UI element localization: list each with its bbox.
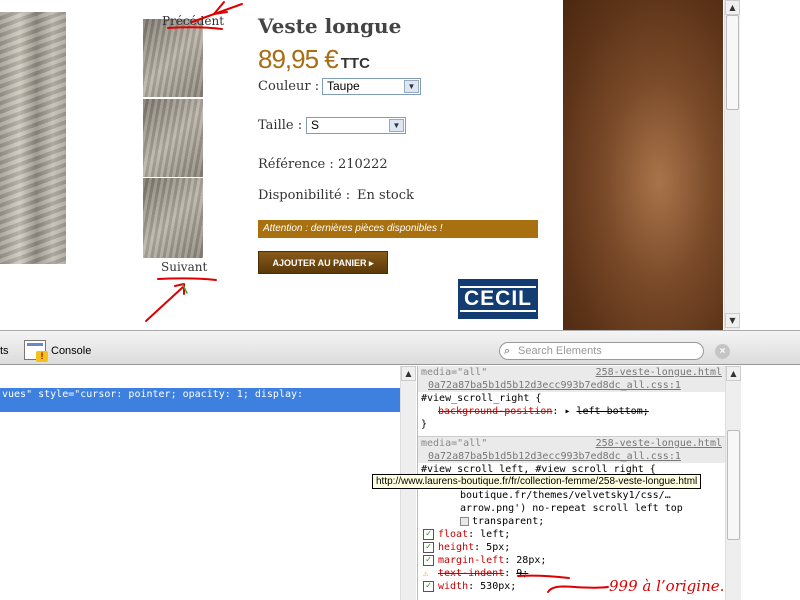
property-value: 530px; — [480, 581, 517, 592]
scroll-down-icon[interactable]: ▼ — [725, 313, 740, 328]
product-thumbnail[interactable] — [143, 99, 203, 177]
tab-console[interactable]: Console — [51, 345, 91, 357]
availability-label: Disponibilité : — [258, 188, 351, 203]
clear-search-icon[interactable]: × — [715, 344, 730, 359]
reference-label: Référence : — [258, 157, 334, 172]
brand-logo[interactable]: CECIL — [458, 279, 538, 319]
css-property[interactable]: ✓ float: left; — [418, 528, 725, 541]
stock-warning-banner: Attention : dernières pièces disponibles… — [258, 220, 538, 238]
property-name: width — [438, 581, 469, 592]
rule-close-brace: } — [421, 419, 428, 430]
property-name: margin-left — [438, 555, 505, 566]
search-elements-input[interactable]: ⌕ Search Elements — [499, 342, 704, 360]
checkbox-checked-icon[interactable]: ✓ — [423, 581, 434, 592]
color-label: Couleur : — [258, 79, 320, 94]
property-value: 9; — [516, 568, 529, 579]
scroll-up-icon[interactable]: ▲ — [725, 0, 740, 15]
price-amount: 89,95 € — [258, 44, 339, 74]
property-name: float — [438, 529, 469, 540]
thumbnails-previous-link[interactable]: Précédent — [162, 14, 224, 28]
search-placeholder: Search Elements — [518, 345, 602, 357]
price-suffix: TTC — [340, 55, 370, 72]
rule-media: media="all" — [421, 367, 488, 378]
tab-resources[interactable]: ts — [0, 345, 9, 357]
property-value-continued: boutique.fr/themes/velvetsky1/css/… — [460, 490, 671, 501]
color-select-value: Taupe — [327, 79, 360, 93]
page-scrollbar[interactable]: ▲ ▼ — [724, 0, 740, 330]
size-select-value: S — [311, 118, 320, 132]
checkbox-checked-icon[interactable]: ✓ — [423, 542, 434, 553]
product-title: Veste longue — [258, 14, 402, 38]
rule-source-link[interactable]: 258-veste-longue.html — [596, 366, 722, 380]
inspector-toolbar: ts Console ⌕ Search Elements × — [0, 330, 800, 365]
scroll-up-icon[interactable]: ▲ — [726, 366, 741, 381]
reference-value: 210222 — [338, 157, 388, 172]
rule-source-css-link[interactable]: 0a72a87ba5b1d5b12d3ecc993b7ed8dc_all.css… — [418, 451, 725, 463]
checkbox-checked-icon[interactable]: ✓ — [423, 555, 434, 566]
main-product-image[interactable] — [0, 12, 66, 264]
product-price: 89,95 € TTC — [258, 44, 370, 75]
rule-selector[interactable]: #view_scroll_right { — [418, 392, 725, 405]
property-name: background-position — [438, 406, 553, 417]
color-swatch-icon[interactable] — [460, 516, 469, 526]
css-property[interactable]: ✓ height: 5px; — [418, 541, 725, 554]
chevron-down-icon[interactable]: ▼ — [389, 119, 404, 132]
css-property[interactable]: background-position: ▸ left bottom; — [418, 405, 725, 418]
add-to-cart-button[interactable]: AJOUTER AU PANIER ▸ — [258, 251, 388, 274]
css-property[interactable]: ✓ margin-left: 28px; — [418, 554, 725, 567]
product-page: Précédent Suivant Veste longue 89,95 € TT… — [0, 0, 740, 330]
add-to-cart-label: AJOUTER AU PANIER — [272, 258, 367, 268]
chevron-down-icon[interactable]: ▼ — [404, 80, 419, 93]
styles-panel-scrollbar[interactable]: ▲ — [725, 366, 741, 600]
checkbox-checked-icon[interactable]: ✓ — [423, 529, 434, 540]
property-separator-icon: ▸ — [564, 406, 571, 417]
property-name: height — [438, 542, 475, 553]
search-icon: ⌕ — [504, 345, 511, 357]
thumbnails-next-link[interactable]: Suivant — [161, 260, 207, 274]
url-tooltip: http://www.laurens-boutique.fr/fr/collec… — [372, 474, 702, 489]
property-value: 28px; — [516, 555, 547, 566]
rule-media: media="all" — [421, 438, 488, 449]
size-label: Taille : — [258, 118, 303, 133]
play-arrow-icon: ▸ — [369, 258, 374, 268]
property-value: left; — [480, 529, 511, 540]
rule-header: media="all" 258-veste-longue.html — [418, 437, 725, 451]
brand-logo-text: CECIL — [460, 286, 536, 312]
size-select[interactable]: S ▼ — [306, 117, 406, 134]
rule-source-link[interactable]: 258-veste-longue.html — [596, 437, 722, 451]
selected-dom-node[interactable]: vues" style="cursor: pointer; opacity: 1… — [0, 388, 400, 412]
side-banner-image — [563, 0, 723, 330]
property-value-continued: arrow.png') no-repeat scroll left top — [460, 503, 683, 514]
property-value-text: transparent; — [472, 516, 545, 527]
dom-tree-panel: vues" style="cursor: pointer; opacity: 1… — [0, 366, 400, 600]
property-value-continued: transparent; — [418, 515, 725, 528]
property-name: text-indent — [438, 568, 505, 579]
property-value: 5px; — [486, 542, 511, 553]
rule-header: media="all" 258-veste-longue.html — [418, 366, 725, 380]
product-thumbnail[interactable] — [143, 19, 203, 97]
web-inspector: ts Console ⌕ Search Elements × vues" sty… — [0, 330, 800, 600]
page-scrollbar-thumb[interactable] — [726, 15, 739, 110]
product-thumbnail[interactable] — [143, 178, 203, 258]
color-select[interactable]: Taupe ▼ — [322, 78, 421, 95]
availability-value: En stock — [357, 188, 414, 203]
scroll-up-icon[interactable]: ▲ — [401, 366, 416, 381]
property-value: left bottom; — [576, 406, 649, 417]
rule-source-css-link[interactable]: 0a72a87ba5b1d5b12d3ecc993b7ed8dc_all.css… — [418, 380, 725, 392]
console-icon[interactable] — [24, 340, 48, 362]
styles-scrollbar-thumb[interactable] — [727, 430, 740, 540]
annotation-note: 999 à l’origine. — [609, 577, 725, 595]
